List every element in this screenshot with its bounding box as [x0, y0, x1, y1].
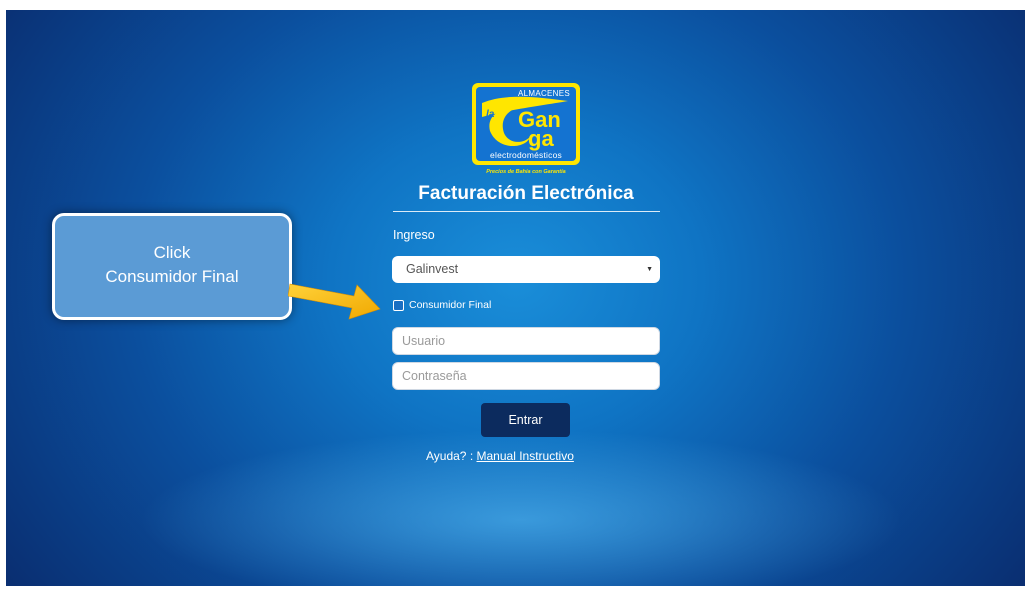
- title-divider: [393, 211, 660, 212]
- password-input[interactable]: [392, 362, 660, 390]
- consumer-checkbox[interactable]: [393, 300, 404, 311]
- manual-link[interactable]: Manual Instructivo: [477, 449, 574, 463]
- page-title: Facturación Electrónica: [418, 183, 634, 204]
- help-prefix: Ayuda? :: [426, 449, 474, 463]
- company-logo: la Gan ga ALMACENES electrodomésticos Pr…: [472, 83, 580, 179]
- annotation-text: Click Consumidor Final: [55, 241, 289, 289]
- logo-almacenes-text: ALMACENES: [517, 89, 571, 98]
- annotation-line-1: Click: [153, 243, 191, 262]
- company-select[interactable]: Galinvest ▼: [392, 256, 660, 283]
- login-button[interactable]: Entrar: [481, 403, 570, 437]
- arrow-icon: [288, 283, 381, 320]
- consumer-checkbox-label[interactable]: Consumidor Final: [409, 297, 491, 313]
- login-screen: la Gan ga ALMACENES electrodomésticos Pr…: [6, 10, 1025, 586]
- logo-la-text: la: [486, 109, 495, 120]
- logo-slogan: Precios de Bahía con Garantía: [486, 169, 566, 175]
- logo-electro-text: electrodomésticos: [490, 150, 562, 160]
- logo-ga-text: ga: [528, 126, 554, 151]
- section-label: Ingreso: [393, 228, 435, 242]
- annotation-callout: Click Consumidor Final: [52, 213, 292, 320]
- annotation-line-2: Consumidor Final: [105, 267, 239, 286]
- help-line: Ayuda? : Manual Instructivo: [426, 448, 626, 464]
- logo-frame: la Gan ga ALMACENES electrodomésticos: [472, 83, 580, 165]
- caret-down-icon: ▼: [646, 266, 653, 273]
- company-select-value: Galinvest: [406, 262, 459, 276]
- logo-inner: la Gan ga ALMACENES electrodomésticos: [476, 87, 576, 161]
- username-input[interactable]: [392, 327, 660, 355]
